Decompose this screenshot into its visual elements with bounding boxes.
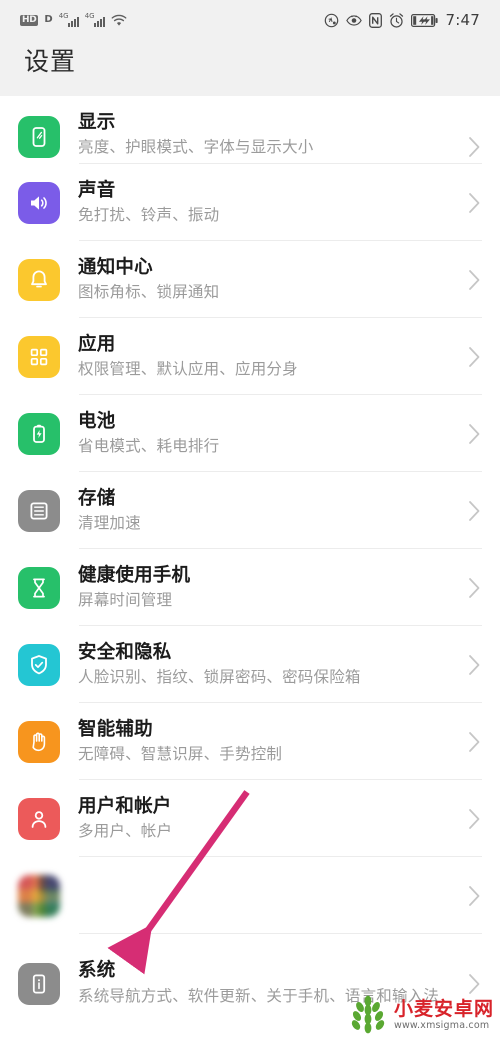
google-multicolor-icon: [18, 874, 60, 917]
battery-icon: [18, 412, 60, 455]
row-subtitle: 多用户、帐户: [78, 822, 173, 840]
settings-row-redacted[interactable]: [0, 857, 500, 934]
chevron-right-icon: [468, 192, 482, 214]
settings-row-text: 应用 权限管理、默认应用、应用分身: [78, 333, 468, 380]
page-header: 设置: [0, 40, 500, 96]
hand-icon: [18, 720, 60, 763]
status-bar-right: 7:47: [324, 11, 480, 29]
settings-row-users-accounts[interactable]: 用户和帐户 多用户、帐户: [0, 780, 500, 857]
system-info-icon: [18, 963, 60, 1005]
data-icon: D: [44, 14, 53, 25]
chevron-right-icon: [468, 577, 482, 599]
row-subtitle: 亮度、护眼模式、字体与显示大小: [78, 138, 314, 156]
settings-row-security-privacy[interactable]: 安全和隐私 人脸识别、指纹、锁屏密码、密码保险箱: [0, 626, 500, 703]
status-bar: HD D 4G 4G 7:47: [0, 0, 500, 40]
row-title: 电池: [78, 411, 116, 432]
row-title: 安全和隐私: [78, 642, 172, 663]
settings-row-battery[interactable]: 电池 省电模式、耗电排行: [0, 395, 500, 472]
chevron-right-icon: [468, 731, 482, 753]
nfc-icon: [368, 12, 382, 28]
signal-4g-label-1: 4G: [58, 11, 69, 20]
chevron-right-icon: [468, 269, 482, 291]
settings-row-text: 声音 免打扰、铃声、振动: [78, 179, 468, 226]
chevron-right-icon: [468, 423, 482, 445]
chevron-right-icon: [468, 808, 482, 830]
settings-row-text: 通知中心 图标角标、锁屏通知: [78, 256, 468, 303]
signal-4g-label-2: 4G: [84, 11, 95, 20]
settings-row-digital-balance[interactable]: 健康使用手机 屏幕时间管理: [0, 549, 500, 626]
row-title: 声音: [78, 180, 116, 201]
apps-grid-icon: [18, 335, 60, 378]
row-title: 显示: [78, 112, 116, 133]
watermark-text: 小麦安卓网 www.xmsigma.com: [393, 997, 494, 1031]
settings-row-storage[interactable]: 存储 清理加速: [0, 472, 500, 549]
chevron-right-icon: [468, 654, 482, 676]
settings-row-apps[interactable]: 应用 权限管理、默认应用、应用分身: [0, 318, 500, 395]
row-title: 应用: [78, 334, 116, 355]
row-subtitle: 清理加速: [78, 514, 141, 532]
user-account-icon: [18, 797, 60, 840]
hourglass-icon: [18, 566, 60, 609]
settings-row-text: 健康使用手机 屏幕时间管理: [78, 564, 468, 611]
row-subtitle: 图标角标、锁屏通知: [78, 283, 220, 301]
settings-row-notifications[interactable]: 通知中心 图标角标、锁屏通知: [0, 241, 500, 318]
settings-row-display[interactable]: 显示 亮度、护眼模式、字体与显示大小: [0, 96, 500, 164]
storage-icon: [18, 489, 60, 532]
row-title: 用户和帐户: [78, 796, 172, 817]
sync-circle-icon: [324, 13, 339, 28]
row-subtitle: 人脸识别、指纹、锁屏密码、密码保险箱: [78, 668, 361, 686]
battery-charging-icon: [410, 13, 438, 27]
settings-row-text: 存储 清理加速: [78, 487, 468, 534]
row-subtitle: 免打扰、铃声、振动: [78, 206, 220, 224]
settings-row-text: 智能辅助 无障碍、智慧识屏、手势控制: [78, 718, 468, 765]
page-title: 设置: [24, 47, 77, 76]
chevron-right-icon: [468, 973, 482, 995]
settings-row-sound[interactable]: 声音 免打扰、铃声、振动: [0, 164, 500, 241]
row-subtitle: 省电模式、耗电排行: [78, 437, 220, 455]
row-title: 健康使用手机: [78, 565, 191, 586]
site-watermark: 小麦安卓网 www.xmsigma.com: [346, 995, 494, 1035]
wifi-icon: [111, 14, 127, 27]
notification-bell-icon: [18, 258, 60, 301]
settings-row-smart-assistance[interactable]: 智能辅助 无障碍、智慧识屏、手势控制: [0, 703, 500, 780]
signal-4g-icon: 4G: [58, 11, 79, 27]
settings-row-text: 显示 亮度、护眼模式、字体与显示大小: [78, 111, 468, 158]
sound-icon: [18, 181, 60, 224]
row-subtitle: 权限管理、默认应用、应用分身: [78, 360, 298, 378]
signal-4g-icon-2: 4G: [84, 11, 105, 27]
row-title: 智能辅助: [78, 719, 153, 740]
settings-row-text: 电池 省电模式、耗电排行: [78, 410, 468, 457]
settings-row-text: 安全和隐私 人脸识别、指纹、锁屏密码、密码保险箱: [78, 641, 468, 688]
watermark-site-name: 小麦安卓网: [393, 997, 494, 1020]
chevron-right-icon: [468, 500, 482, 522]
status-bar-clock: 7:47: [445, 11, 480, 29]
row-subtitle: 屏幕时间管理: [78, 591, 173, 609]
wheat-logo: [351, 995, 385, 1034]
row-subtitle: 无障碍、智慧识屏、手势控制: [78, 745, 283, 763]
watermark-url: www.xmsigma.com: [393, 1019, 490, 1031]
display-icon: [18, 116, 60, 158]
settings-list: 显示 亮度、护眼模式、字体与显示大小 声音 免打扰、铃声、振动 通知中心 图标角…: [0, 96, 500, 1030]
chevron-right-icon: [468, 136, 482, 158]
hd-icon: HD: [20, 14, 39, 26]
alarm-clock-icon: [389, 12, 404, 28]
row-title: 通知中心: [78, 257, 153, 278]
shield-check-icon: [18, 643, 60, 686]
settings-row-text: 用户和帐户 多用户、帐户: [78, 795, 468, 842]
row-title: 存储: [78, 488, 116, 509]
eye-comfort-icon: [345, 14, 362, 27]
chevron-right-icon: [468, 346, 482, 368]
row-title: 系统: [78, 960, 116, 981]
chevron-right-icon: [468, 885, 482, 907]
status-bar-left: HD D 4G 4G: [20, 11, 127, 27]
